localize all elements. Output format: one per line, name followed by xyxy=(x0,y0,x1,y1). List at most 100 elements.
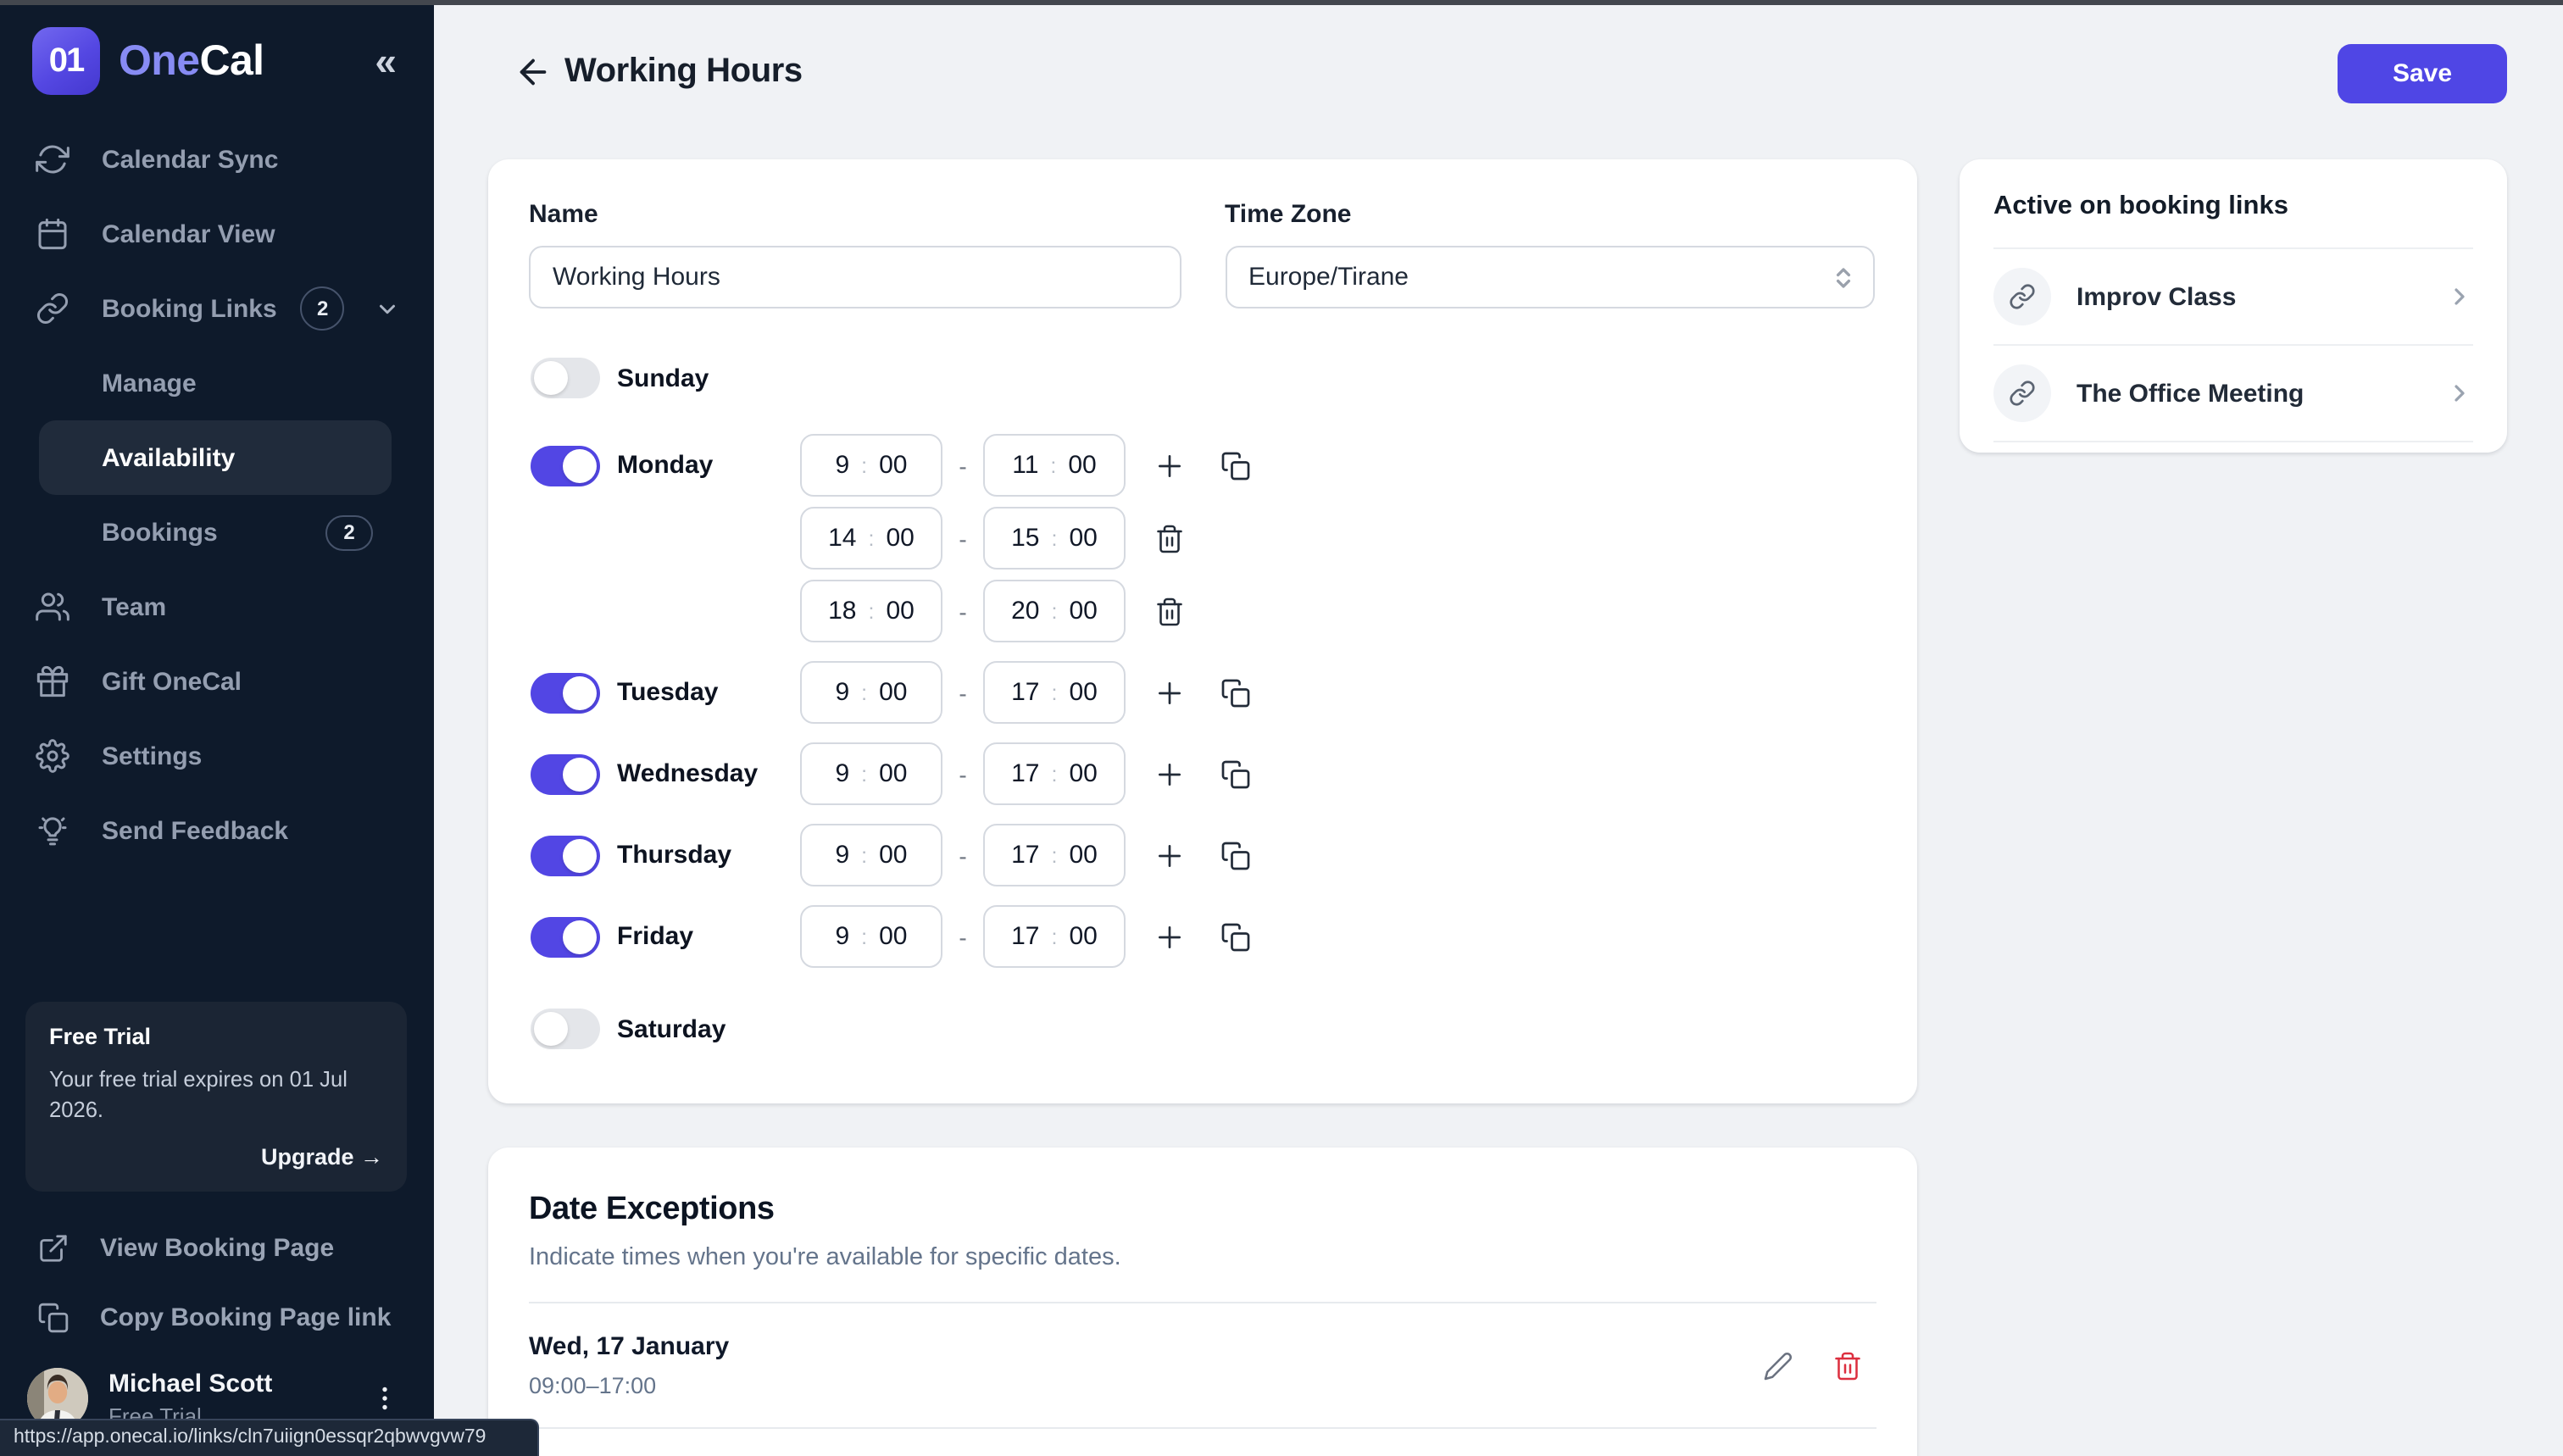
delete-trash-icon[interactable] xyxy=(1832,1350,1863,1381)
link-icon xyxy=(36,292,69,325)
tuesday-slot1-start[interactable]: 9:00 xyxy=(800,661,942,724)
day-row-thursday: Thursday 9:00 - 17:00 xyxy=(529,824,1876,886)
chevron-right-icon xyxy=(2446,380,2473,407)
day-row-saturday: Saturday xyxy=(529,1009,1876,1049)
timezone-select[interactable]: Europe/Tirane xyxy=(1225,246,1874,308)
calendar-icon xyxy=(36,217,69,251)
trash-icon xyxy=(1154,596,1185,626)
booking-link-improv-class[interactable]: Improv Class xyxy=(1993,249,2473,346)
copy-booking-page-link[interactable]: Copy Booking Page link xyxy=(0,1283,434,1353)
sidebar-item-calendar-view[interactable]: Calendar View xyxy=(0,197,434,271)
monday-slot1-end[interactable]: 11:00 xyxy=(983,434,1126,497)
collapse-sidebar-icon[interactable]: « xyxy=(375,42,397,81)
trial-title: Free Trial xyxy=(49,1023,383,1048)
gift-icon xyxy=(36,664,69,698)
exception-time: 09:00–17:00 xyxy=(529,1373,729,1398)
thursday-copy-button[interactable] xyxy=(1220,840,1251,870)
chevron-down-icon xyxy=(375,296,400,321)
monday-slot3-delete-button[interactable] xyxy=(1154,596,1185,626)
panel-title: Active on booking links xyxy=(1993,192,2473,222)
friday-toggle[interactable] xyxy=(531,916,600,957)
page-title: Working Hours xyxy=(564,53,803,92)
timezone-label: Time Zone xyxy=(1225,200,1876,229)
tuesday-slot1-end[interactable]: 17:00 xyxy=(983,661,1126,724)
availability-card: Name Time Zone Europe/Tirane xyxy=(488,159,1917,1103)
sidebar-item-manage[interactable]: Manage xyxy=(0,346,434,420)
copy-icon xyxy=(1220,921,1251,952)
friday-slot1-end[interactable]: 17:00 xyxy=(983,905,1126,968)
brand-name: OneCal xyxy=(119,36,264,86)
plus-icon xyxy=(1153,448,1187,482)
sidebar-item-availability[interactable]: Availability xyxy=(39,420,392,495)
exception-date: Wed, 17 January xyxy=(529,1332,729,1361)
monday-toggle[interactable] xyxy=(531,445,600,486)
name-input[interactable] xyxy=(529,246,1181,308)
name-label: Name xyxy=(529,200,1181,229)
day-row-sunday: Sunday xyxy=(529,358,1876,398)
booking-links-count-badge: 2 xyxy=(301,286,345,331)
plus-icon xyxy=(1153,675,1187,709)
wednesday-toggle[interactable] xyxy=(531,753,600,794)
profile-menu-icon[interactable] xyxy=(370,1383,400,1414)
booking-link-the-office-meeting[interactable]: The Office Meeting xyxy=(1993,346,2473,442)
plus-icon xyxy=(1153,920,1187,953)
date-exception-row: Thu, 25 January xyxy=(529,1429,1876,1456)
bookings-count-badge: 2 xyxy=(325,514,373,550)
thursday-slot1-start[interactable]: 9:00 xyxy=(800,824,942,886)
day-row-wednesday: Wednesday 9:00 - 17:00 xyxy=(529,742,1876,805)
monday-copy-button[interactable] xyxy=(1220,450,1251,481)
sidebar-item-send-feedback[interactable]: Send Feedback xyxy=(0,793,434,868)
sidebar-item-calendar-sync[interactable]: Calendar Sync xyxy=(0,122,434,197)
sidebar-item-gift-onecal[interactable]: Gift OneCal xyxy=(0,644,434,719)
wednesday-slot1-start[interactable]: 9:00 xyxy=(800,742,942,805)
gear-icon xyxy=(36,739,69,773)
date-exceptions-title: Date Exceptions xyxy=(529,1192,1876,1229)
upgrade-link[interactable]: Upgrade → xyxy=(49,1144,383,1170)
friday-add-slot-button[interactable] xyxy=(1153,920,1187,953)
monday-slot2-start[interactable]: 14:00 xyxy=(800,507,942,570)
back-arrow-button[interactable] xyxy=(514,53,553,92)
sidebar-item-settings[interactable]: Settings xyxy=(0,719,434,793)
wednesday-copy-button[interactable] xyxy=(1220,759,1251,789)
trial-body: Your free trial expires on 01 Jul 2026. xyxy=(49,1064,383,1125)
chevrons-up-down-icon xyxy=(1828,263,1857,292)
chevron-right-icon xyxy=(2446,283,2473,310)
view-booking-page-link[interactable]: View Booking Page xyxy=(0,1214,434,1283)
link-icon xyxy=(1993,364,2051,422)
thursday-toggle[interactable] xyxy=(531,835,600,875)
thursday-slot1-end[interactable]: 17:00 xyxy=(983,824,1126,886)
monday-slot1-start[interactable]: 9:00 xyxy=(800,434,942,497)
save-button[interactable]: Save xyxy=(2338,44,2507,103)
wednesday-add-slot-button[interactable] xyxy=(1153,757,1187,791)
sidebar-item-team[interactable]: Team xyxy=(0,570,434,644)
onecal-logo: 01 xyxy=(32,27,100,95)
sidebar: 01 OneCal « Calendar Sync Calendar View … xyxy=(0,5,434,1456)
copy-icon xyxy=(1220,840,1251,870)
friday-slot1-start[interactable]: 9:00 xyxy=(800,905,942,968)
main-content: Working Hours Save Name Time Zone Europe… xyxy=(434,5,2563,1456)
plus-icon xyxy=(1153,757,1187,791)
tuesday-toggle[interactable] xyxy=(531,672,600,713)
monday-slot3-start[interactable]: 18:00 xyxy=(800,580,942,642)
tuesday-copy-button[interactable] xyxy=(1220,677,1251,708)
friday-copy-button[interactable] xyxy=(1220,921,1251,952)
sidebar-item-booking-links[interactable]: Booking Links 2 xyxy=(0,271,434,346)
monday-slot3-end[interactable]: 20:00 xyxy=(983,580,1126,642)
edit-pencil-icon[interactable] xyxy=(1763,1350,1793,1381)
copy-icon xyxy=(1220,450,1251,481)
sidebar-header: 01 OneCal « xyxy=(0,5,434,95)
saturday-toggle[interactable] xyxy=(531,1009,600,1049)
thursday-add-slot-button[interactable] xyxy=(1153,838,1187,872)
wednesday-slot1-end[interactable]: 17:00 xyxy=(983,742,1126,805)
lightbulb-icon xyxy=(36,814,69,847)
free-trial-banner: Free Trial Your free trial expires on 01… xyxy=(25,1001,407,1192)
monday-slot2-end[interactable]: 15:00 xyxy=(983,507,1126,570)
status-bar-url: https://app.onecal.io/links/cln7uiign0es… xyxy=(0,1419,539,1456)
monday-add-slot-button[interactable] xyxy=(1153,448,1187,482)
sidebar-item-bookings[interactable]: Bookings 2 xyxy=(0,495,434,570)
sunday-toggle[interactable] xyxy=(531,358,600,398)
tuesday-add-slot-button[interactable] xyxy=(1153,675,1187,709)
sidebar-nav: Calendar Sync Calendar View Booking Link… xyxy=(0,122,434,868)
team-icon xyxy=(36,590,69,624)
monday-slot2-delete-button[interactable] xyxy=(1154,523,1185,553)
